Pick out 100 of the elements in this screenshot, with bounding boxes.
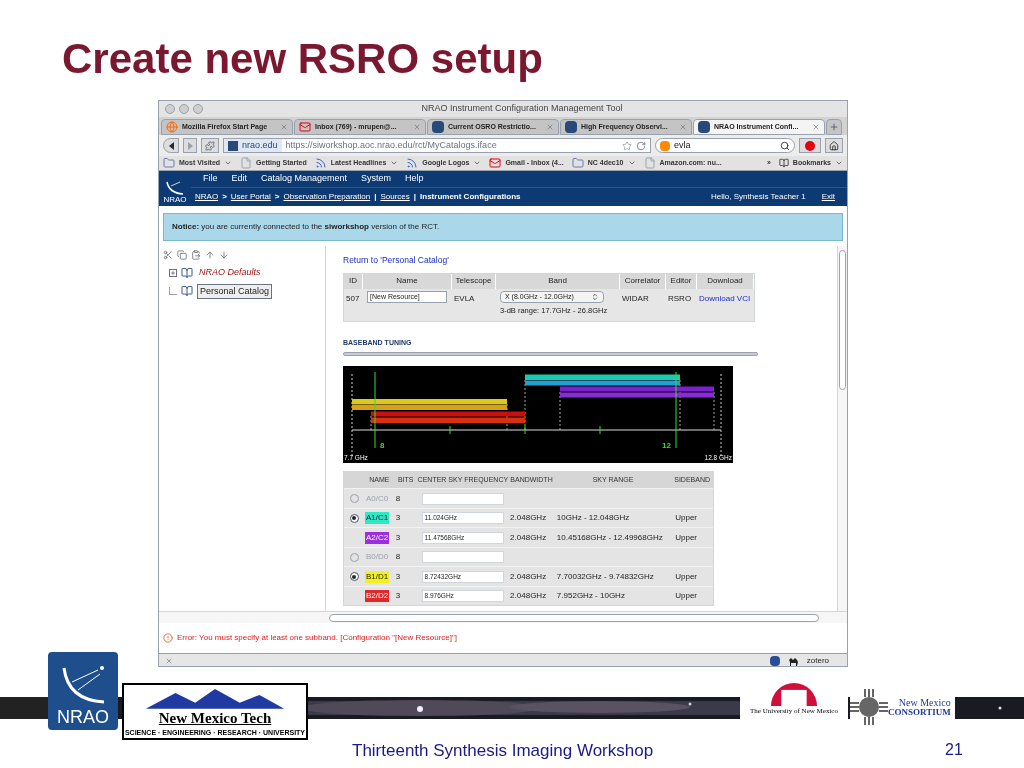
menu-item[interactable]: Edit bbox=[231, 172, 248, 186]
close-icon[interactable] bbox=[413, 123, 421, 131]
tick-label: 12 bbox=[662, 441, 671, 451]
close-icon[interactable] bbox=[679, 123, 687, 131]
zotero-button[interactable]: zotero bbox=[806, 655, 829, 666]
table-cell-text: Upper bbox=[674, 570, 698, 583]
paste-icon[interactable] bbox=[191, 250, 201, 260]
search-field[interactable]: evla bbox=[655, 138, 795, 153]
error-icon bbox=[163, 633, 173, 643]
frequency-field[interactable] bbox=[421, 551, 505, 563]
search-icon[interactable] bbox=[780, 140, 790, 151]
book-icon bbox=[778, 158, 789, 168]
column-header: ID bbox=[344, 273, 363, 289]
site-icon bbox=[432, 121, 444, 133]
caret-icon bbox=[835, 159, 843, 167]
camel-icon[interactable] bbox=[787, 656, 799, 666]
close-icon[interactable] bbox=[546, 123, 554, 131]
frequency-field[interactable] bbox=[421, 492, 505, 505]
dish-icon bbox=[165, 180, 185, 196]
column-header: Correlator bbox=[620, 273, 666, 289]
table-cell-text: 8 bbox=[394, 551, 402, 563]
expand-toggle[interactable] bbox=[169, 268, 177, 277]
radio-button[interactable] bbox=[349, 572, 359, 581]
search-engine-icon[interactable] bbox=[660, 140, 670, 151]
back-button[interactable] bbox=[163, 138, 179, 153]
stepper-icon bbox=[591, 292, 599, 301]
column-header: Band bbox=[496, 273, 620, 289]
column-header: Editor bbox=[666, 273, 697, 289]
adblock-button[interactable] bbox=[799, 138, 821, 153]
table-cell-text: 7.952GHz - 10GHz bbox=[555, 590, 626, 602]
forward-button[interactable] bbox=[183, 138, 197, 153]
copy-icon[interactable] bbox=[177, 250, 187, 260]
caret-icon bbox=[224, 159, 233, 167]
caret-icon bbox=[390, 159, 399, 167]
breadcrumb-link[interactable]: NRAO bbox=[195, 191, 219, 203]
reload-icon[interactable] bbox=[636, 140, 646, 151]
column-header: Telescope bbox=[452, 273, 496, 289]
table-cell-text: 2.048GHz bbox=[509, 512, 548, 524]
table-cell-text: 3 bbox=[394, 531, 402, 544]
close-icon[interactable] bbox=[280, 123, 288, 131]
table-cell-text: Upper bbox=[674, 512, 698, 524]
subband-name: A2/C2 bbox=[364, 531, 390, 544]
table-cell-text: 507 bbox=[345, 292, 361, 305]
tree-item[interactable]: Personal Catalog bbox=[197, 283, 273, 299]
scroll-thumb[interactable] bbox=[329, 613, 819, 622]
table-cell-text: RSRO bbox=[667, 292, 693, 305]
table-cell-text: 7.70032GHz - 9.74832GHz bbox=[555, 570, 655, 583]
subband-name: B0/D0 bbox=[364, 551, 390, 563]
vertical-scrollbar[interactable] bbox=[837, 246, 847, 611]
addon-button[interactable] bbox=[201, 138, 219, 153]
feed-icon bbox=[406, 157, 419, 169]
star-icon[interactable] bbox=[622, 140, 632, 151]
table-cell-text: 8 bbox=[394, 492, 402, 505]
breadcrumb-link[interactable]: Observation Preparation bbox=[283, 191, 371, 203]
home-button[interactable] bbox=[825, 138, 843, 153]
download-link[interactable]: Download VCI bbox=[697, 288, 754, 321]
greeting-text: Hello, Synthesis Teacher 1 bbox=[711, 191, 806, 203]
site-icon bbox=[228, 140, 238, 151]
table-cell-text: WIDAR bbox=[621, 292, 650, 305]
table-cell-text: Upper bbox=[674, 531, 698, 544]
menu-item[interactable]: File bbox=[203, 172, 218, 186]
table-cell-text: 3 bbox=[394, 590, 402, 602]
cut-icon[interactable] bbox=[163, 250, 173, 260]
close-icon[interactable] bbox=[165, 657, 173, 665]
table-cell-text: 10GHz - 12.048GHz bbox=[555, 512, 631, 524]
breadcrumb-link[interactable]: Sources bbox=[380, 191, 410, 203]
return-link[interactable]: Return to 'Personal Catalog' bbox=[343, 254, 449, 267]
scroll-thumb[interactable] bbox=[839, 250, 846, 390]
breadcrumb-separator: | bbox=[374, 191, 377, 203]
site-icon bbox=[698, 121, 710, 133]
subband-name: B1/D1 bbox=[364, 570, 390, 583]
nmc-logo: New Mexico CONSORTIUM bbox=[850, 689, 955, 725]
book-icon bbox=[181, 285, 193, 298]
horizontal-scrollbar[interactable] bbox=[159, 611, 847, 623]
down-arrow-icon[interactable] bbox=[219, 250, 229, 260]
breadcrumb-current: Instrument Configurations bbox=[420, 191, 521, 203]
menu-item[interactable]: Help bbox=[405, 172, 424, 186]
address-field[interactable]: nrao.edu https://siworkshop.aoc.nrao.edu/rct/MyCatalogs.iface bbox=[223, 138, 651, 153]
tree-item[interactable]: NRAO Defaults bbox=[197, 266, 263, 280]
up-arrow-icon[interactable] bbox=[205, 250, 215, 260]
breadcrumb-link[interactable]: User Portal bbox=[230, 191, 271, 203]
feed-icon bbox=[314, 157, 327, 169]
globe-icon bbox=[166, 121, 178, 133]
table-cell-text: EVLA bbox=[453, 292, 476, 305]
nrao-logo: NRAO bbox=[159, 171, 191, 206]
table-cell-text: 10.45168GHz - 12.49968GHz bbox=[555, 531, 664, 544]
folder-icon bbox=[571, 157, 584, 169]
menu-item[interactable]: System bbox=[361, 172, 392, 186]
slide-title: Create new RSRO setup bbox=[62, 38, 544, 80]
caret-icon bbox=[473, 159, 482, 167]
menu-item[interactable]: Catalog Management bbox=[261, 172, 348, 186]
stop-sign-icon bbox=[805, 140, 815, 151]
site-icon bbox=[565, 121, 577, 133]
mail-icon bbox=[299, 121, 311, 133]
subband-name: A1/C1 bbox=[364, 512, 390, 524]
close-icon[interactable] bbox=[812, 123, 820, 131]
exit-link[interactable]: Exit bbox=[821, 191, 835, 203]
subband-name: B2/D2 bbox=[364, 590, 390, 602]
building-icon bbox=[771, 683, 817, 706]
radio-button[interactable] bbox=[349, 513, 359, 523]
